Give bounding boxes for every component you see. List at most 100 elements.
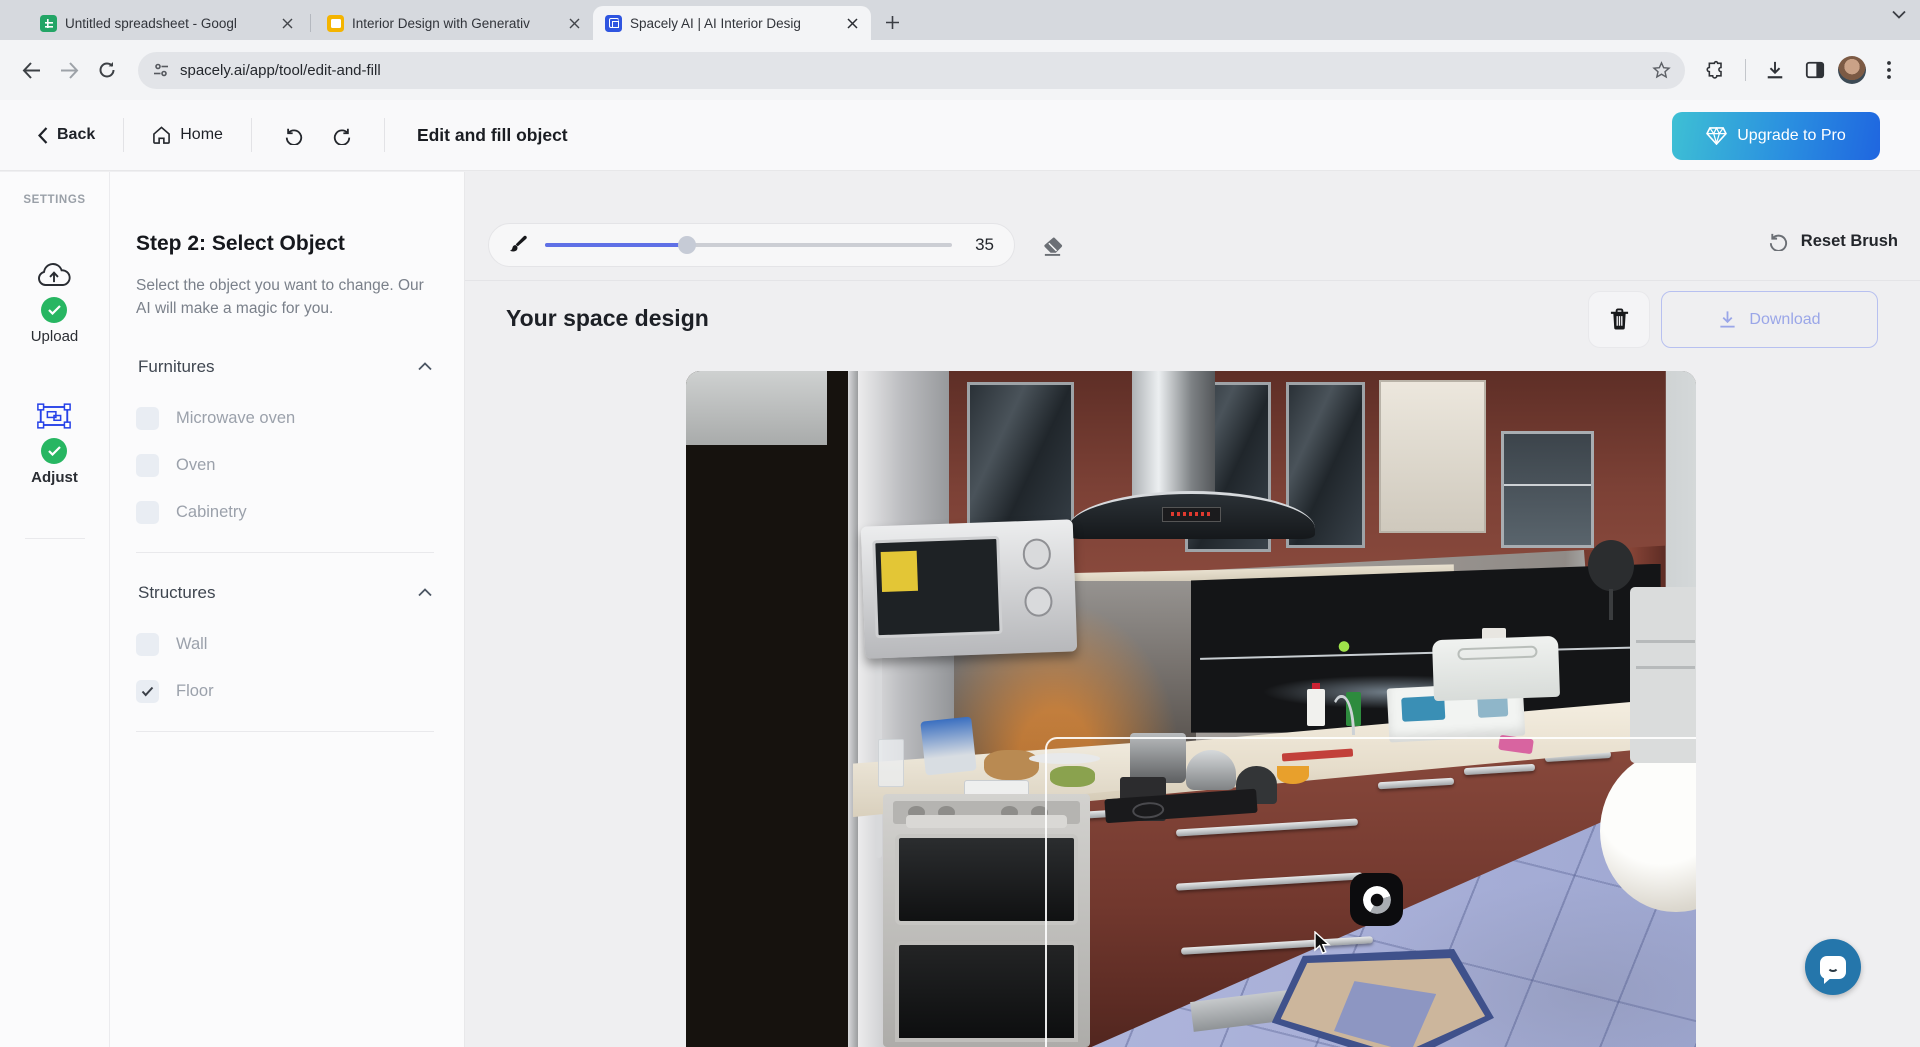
browser-tab-bar: Untitled spreadsheet - Googl Interior De…: [0, 0, 1920, 40]
tab-spacely-active[interactable]: Spacely AI | AI Interior Desig: [593, 6, 871, 40]
tab-interior-design[interactable]: Interior Design with Generativ: [315, 6, 593, 40]
google-slides-icon: [327, 15, 344, 32]
adjust-selection-icon: [36, 401, 72, 431]
gem-icon: [1706, 127, 1727, 145]
section-header-structures[interactable]: Structures: [136, 577, 434, 609]
checkbox-row-wall[interactable]: Wall: [136, 633, 434, 656]
brush-size-control: 35: [488, 223, 1015, 267]
download-label: Download: [1749, 311, 1820, 329]
back-nav-icon[interactable]: [14, 53, 48, 87]
checkbox[interactable]: [136, 454, 159, 477]
section-label: Structures: [138, 583, 215, 603]
reset-icon: [1768, 231, 1789, 251]
redo-icon: [332, 126, 352, 145]
home-label: Home: [180, 126, 223, 144]
upgrade-label: Upgrade to Pro: [1737, 127, 1846, 145]
profile-avatar[interactable]: [1838, 56, 1866, 84]
slider-thumb[interactable]: [678, 236, 696, 254]
chevron-up-icon: [418, 362, 432, 371]
address-bar[interactable]: spacely.ai/app/tool/edit-and-fill: [138, 52, 1685, 89]
checkbox-label: Wall: [176, 635, 207, 654]
back-label: Back: [57, 126, 95, 144]
chevron-down-icon[interactable]: [1892, 10, 1906, 19]
browser-toolbar: spacely.ai/app/tool/edit-and-fill: [0, 40, 1920, 100]
back-button[interactable]: Back: [28, 118, 105, 152]
app-header: Back Home Edit and fill object Upgrade t…: [0, 100, 1920, 171]
close-icon[interactable]: [565, 14, 583, 32]
cloud-upload-icon: [36, 262, 72, 290]
home-button[interactable]: Home: [142, 118, 233, 152]
chevron-up-icon: [418, 588, 432, 597]
downloads-icon[interactable]: [1758, 53, 1792, 87]
checkbox-row-cabinetry[interactable]: Cabinetry: [136, 501, 434, 524]
brush-size-slider[interactable]: [545, 236, 952, 254]
shelf-reflection: [686, 371, 827, 445]
extensions-puzzle-icon[interactable]: [1699, 53, 1733, 87]
section-header-furnitures[interactable]: Furnitures: [136, 351, 434, 383]
checkbox-label: Oven: [176, 456, 215, 475]
rail-item-upload[interactable]: Upload: [31, 262, 79, 345]
browser-menu-icon[interactable]: [1872, 53, 1906, 87]
microwave: [861, 519, 1078, 658]
rail-item-adjust[interactable]: Adjust: [31, 401, 78, 486]
url-text: spacely.ai/app/tool/edit-and-fill: [180, 62, 1642, 79]
rail-divider: [25, 538, 85, 539]
tab-google-sheets[interactable]: Untitled spreadsheet - Googl: [28, 6, 306, 40]
side-panel-icon[interactable]: [1798, 53, 1832, 87]
download-icon: [1718, 310, 1737, 329]
bread: [984, 750, 1040, 780]
kitchen-photo-canvas[interactable]: [686, 371, 1696, 1047]
adjust-done-badge: [41, 438, 67, 464]
checkbox-checked[interactable]: [136, 680, 159, 703]
site-settings-icon[interactable]: [152, 61, 170, 79]
slider-fill: [545, 243, 687, 247]
upload-done-badge: [41, 297, 67, 323]
download-button[interactable]: Download: [1661, 291, 1878, 348]
tab-title: Spacely AI | AI Interior Desig: [630, 16, 835, 31]
rail-item-label: Adjust: [31, 469, 78, 486]
close-icon[interactable]: [843, 14, 861, 32]
storage-box: [1432, 636, 1560, 701]
soap-bottle: [1307, 689, 1325, 726]
page-title: Edit and fill object: [417, 125, 568, 146]
new-tab-button[interactable]: [879, 9, 905, 35]
settings-heading: SETTINGS: [23, 194, 85, 206]
bookmark-star-icon[interactable]: [1652, 61, 1671, 80]
checkbox-row-microwave-oven[interactable]: Microwave oven: [136, 407, 434, 430]
chevron-left-icon: [38, 127, 48, 144]
range-hood-chimney: [1132, 371, 1215, 506]
chat-bubble-icon: [1820, 956, 1846, 979]
checkbox-row-oven[interactable]: Oven: [136, 454, 434, 477]
tab-separator: [310, 14, 311, 32]
close-icon[interactable]: [278, 14, 296, 32]
header-divider: [384, 118, 385, 152]
step-title: Step 2: Select Object: [136, 232, 434, 256]
checkbox[interactable]: [136, 501, 159, 524]
rail-item-label: Upload: [31, 328, 79, 345]
spacely-favicon: [605, 15, 622, 32]
delete-design-button[interactable]: [1588, 291, 1650, 348]
brush-icon[interactable]: [507, 234, 529, 256]
checkbox-row-floor[interactable]: Floor: [136, 680, 434, 703]
forward-nav-icon[interactable]: [52, 53, 86, 87]
redo-button[interactable]: [318, 118, 366, 153]
chat-support-button[interactable]: [1805, 939, 1861, 995]
step-description: Select the object you want to change. Ou…: [136, 274, 434, 321]
undo-button[interactable]: [270, 118, 318, 153]
cup: [878, 739, 904, 786]
upgrade-to-pro-button[interactable]: Upgrade to Pro: [1672, 112, 1880, 160]
select-object-panel: Step 2: Select Object Select the object …: [110, 172, 465, 1047]
checkbox[interactable]: [136, 633, 159, 656]
bottle-shelf: [686, 371, 853, 1047]
reload-icon[interactable]: [90, 53, 124, 87]
section-label: Furnitures: [138, 357, 215, 377]
plastic-bag: [921, 717, 977, 776]
checkbox[interactable]: [136, 407, 159, 430]
brush-size-value: 35: [968, 235, 994, 255]
google-sheets-icon: [40, 15, 57, 32]
tab-title: Untitled spreadsheet - Googl: [65, 16, 270, 31]
eraser-button[interactable]: [1035, 229, 1069, 263]
header-divider: [123, 118, 124, 152]
workspace: 35 Reset Brush Your space design Downloa…: [465, 172, 1920, 1047]
reset-brush-button[interactable]: Reset Brush: [1768, 231, 1898, 251]
